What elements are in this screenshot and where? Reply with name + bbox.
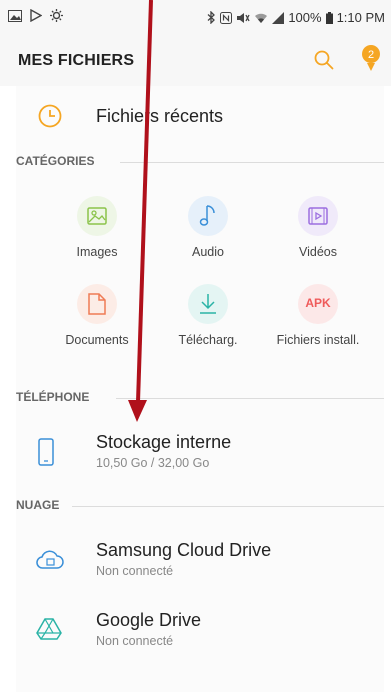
divider — [72, 506, 384, 507]
category-downloads[interactable]: Télécharg. — [153, 284, 263, 347]
category-documents[interactable]: Documents — [42, 284, 152, 347]
apk-text: APK — [305, 296, 331, 310]
phone-icon — [38, 438, 54, 466]
category-label: Audio — [192, 245, 224, 259]
categories-heading-text: CATÉGORIES — [16, 154, 95, 168]
categories-heading: CATÉGORIES — [16, 154, 384, 168]
cloud-item-status: Non connecté — [96, 564, 174, 578]
search-icon[interactable] — [314, 50, 334, 70]
cloud-heading: NUAGE — [16, 498, 384, 512]
signal-icon — [272, 11, 285, 24]
divider — [116, 398, 384, 399]
clock-icon — [38, 104, 62, 128]
cloud-heading-text: NUAGE — [16, 498, 60, 512]
play-store-icon — [30, 9, 42, 22]
category-audio[interactable]: Audio — [153, 196, 263, 259]
phone-heading-text: TÉLÉPHONE — [16, 390, 90, 404]
category-label: Documents — [65, 333, 129, 347]
storage-name: Stockage interne — [96, 432, 232, 452]
battery-percent: 100% — [288, 10, 322, 25]
cloud-icon — [36, 550, 64, 569]
category-installed-files[interactable]: APK Fichiers install. — [263, 284, 373, 347]
settings-icon — [50, 9, 63, 22]
nfc-icon — [220, 11, 233, 24]
category-label: Vidéos — [299, 245, 337, 259]
page-title: MES FICHIERS — [18, 52, 135, 69]
bluetooth-icon — [207, 11, 216, 24]
status-right-icons: 100% 1:10 PM — [207, 10, 385, 25]
notification-count: 2 — [368, 49, 374, 61]
storage-usage: 10,50 Go / 32,00 Go — [96, 456, 210, 470]
category-label: Fichiers install. — [276, 333, 360, 347]
recent-files-item[interactable]: Fichiers récents — [16, 96, 384, 136]
status-bar: 100% 1:10 PM — [0, 0, 391, 36]
cloud-item-status: Non connecté — [96, 634, 174, 648]
divider — [120, 162, 384, 163]
mute-icon — [237, 12, 250, 23]
samsung-cloud-item[interactable]: Samsung Cloud Drive Non connecté — [16, 538, 384, 588]
category-label: Images — [76, 245, 118, 259]
cloud-item-name: Google Drive — [96, 610, 202, 630]
wifi-icon — [255, 13, 268, 23]
image-icon — [77, 196, 117, 236]
notification-icon[interactable]: 2 — [360, 44, 382, 72]
google-drive-item[interactable]: Google Drive Non connecté — [16, 608, 384, 658]
internal-storage-item[interactable]: Stockage interne 10,50 Go / 32,00 Go — [16, 430, 384, 480]
image-icon — [8, 9, 22, 22]
status-left-icons — [8, 9, 63, 22]
category-label: Télécharg. — [178, 333, 238, 347]
document-icon — [77, 284, 117, 324]
category-images[interactable]: Images — [42, 196, 152, 259]
apk-icon: APK — [298, 284, 338, 324]
music-note-icon — [188, 196, 228, 236]
clock: 1:10 PM — [336, 10, 385, 25]
battery-icon — [325, 11, 333, 24]
google-drive-icon — [36, 618, 62, 640]
phone-heading: TÉLÉPHONE — [16, 390, 384, 404]
video-icon — [298, 196, 338, 236]
file-list: Fichiers récents CATÉGORIES Images Audio… — [16, 86, 384, 692]
download-icon — [188, 284, 228, 324]
category-videos[interactable]: Vidéos — [263, 196, 373, 259]
cloud-item-name: Samsung Cloud Drive — [96, 540, 272, 560]
recent-files-label: Fichiers récents — [96, 106, 224, 126]
app-bar: MES FICHIERS 2 — [0, 36, 391, 86]
